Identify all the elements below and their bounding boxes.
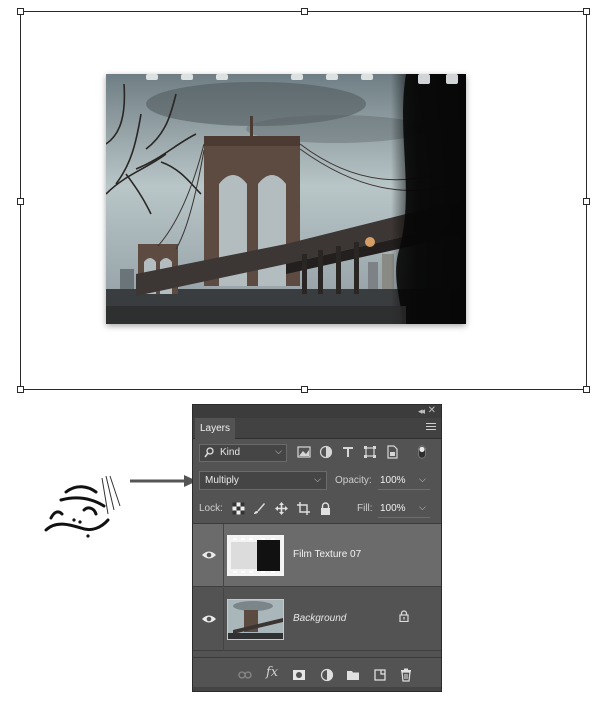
visibility-eye-icon[interactable]: [202, 614, 216, 624]
chevron-down-icon: ⌵: [275, 446, 282, 456]
transform-handle-top-center[interactable]: [301, 8, 308, 15]
tab-layers[interactable]: Layers: [195, 418, 235, 439]
fx-icon[interactable]: fx: [266, 665, 278, 680]
opacity-label: Opacity:: [335, 475, 372, 486]
blend-mode-row: Multiply ⌵ Opacity: 100% ⌵: [193, 470, 441, 492]
shape-filter-icon[interactable]: [363, 445, 377, 459]
visibility-eye-icon[interactable]: [202, 550, 216, 560]
transform-handle-middle-right[interactable]: [583, 198, 590, 205]
chevron-down-icon: ⌵: [314, 474, 321, 484]
layer-thumbnail-background[interactable]: [227, 599, 284, 640]
transform-handle-top-right[interactable]: [583, 8, 590, 15]
layer-locked-icon: [399, 610, 409, 622]
panel-tab-row: Layers: [193, 418, 441, 439]
layers-list: Film Texture 07 Background: [193, 523, 441, 657]
group-folder-icon[interactable]: [346, 668, 360, 682]
blend-mode-value: Multiply: [205, 475, 239, 486]
lock-all-icon[interactable]: [319, 502, 332, 515]
image-filter-icon[interactable]: [297, 445, 311, 459]
transform-handle-bottom-left[interactable]: [17, 386, 24, 393]
transform-handle-top-left[interactable]: [17, 8, 24, 15]
panel-resize-strip[interactable]: [193, 687, 441, 691]
calligraphy-logo-icon: [44, 475, 121, 538]
adjustment-filter-icon[interactable]: [319, 445, 333, 459]
annotation-arrow-icon: [130, 475, 197, 487]
opacity-input[interactable]: 100%: [380, 475, 406, 486]
collapse-panel-icon[interactable]: ◂◂: [418, 406, 425, 417]
fill-underline: [378, 517, 430, 518]
layer-name-film-texture[interactable]: Film Texture 07: [293, 549, 361, 560]
layer-row-background[interactable]: Background: [193, 588, 441, 651]
panel-menu-icon[interactable]: [426, 423, 436, 432]
layer-filter-row: Kind ⌵: [193, 441, 441, 467]
layer-thumbnail-film-texture[interactable]: [227, 535, 284, 576]
fill-input[interactable]: 100%: [380, 503, 406, 514]
adjustment-layer-icon[interactable]: [320, 668, 334, 682]
lock-row: Lock: Fill: 100% ⌵: [193, 497, 441, 521]
opacity-underline: [378, 489, 430, 490]
filter-toggle-icon[interactable]: [417, 445, 427, 459]
eye-column-divider: [223, 524, 224, 587]
trash-icon[interactable]: [399, 668, 413, 682]
transform-handle-middle-left[interactable]: [17, 198, 24, 205]
lock-label: Lock:: [199, 503, 223, 514]
lock-position-icon[interactable]: [275, 502, 288, 515]
link-layers-icon[interactable]: [238, 668, 252, 682]
search-icon: [204, 447, 214, 458]
opacity-dropdown-icon[interactable]: ⌵: [419, 474, 426, 485]
layer-row-film-texture[interactable]: Film Texture 07: [193, 524, 441, 587]
lock-transparent-icon[interactable]: [232, 502, 245, 515]
layer-name-background[interactable]: Background: [293, 613, 346, 624]
new-layer-icon[interactable]: [373, 668, 387, 682]
close-panel-icon[interactable]: ✕: [428, 405, 436, 416]
document-canvas: [0, 0, 600, 400]
transform-handle-bottom-center[interactable]: [301, 386, 308, 393]
panel-title-bar[interactable]: ◂◂ ✕: [193, 405, 441, 418]
blend-mode-select[interactable]: Multiply ⌵: [199, 471, 327, 490]
fill-label: Fill:: [357, 503, 373, 514]
layers-bottom-toolbar: fx: [193, 657, 441, 691]
eye-column-divider: [223, 588, 224, 651]
type-filter-icon[interactable]: [341, 445, 355, 459]
layers-panel: ◂◂ ✕ Layers Kind ⌵ Multiply ⌵ Opacity: 1…: [192, 404, 442, 692]
lock-artboard-icon[interactable]: [297, 502, 310, 515]
transform-handle-bottom-right[interactable]: [583, 386, 590, 393]
bridge-photo-with-film-texture: [106, 74, 466, 324]
lock-image-icon[interactable]: [253, 502, 266, 515]
smart-object-filter-icon[interactable]: [385, 445, 399, 459]
fill-dropdown-icon[interactable]: ⌵: [419, 502, 426, 513]
layer-mask-icon[interactable]: [292, 668, 306, 682]
filter-kind-select[interactable]: Kind ⌵: [199, 444, 287, 462]
filter-kind-label: Kind: [220, 447, 241, 458]
